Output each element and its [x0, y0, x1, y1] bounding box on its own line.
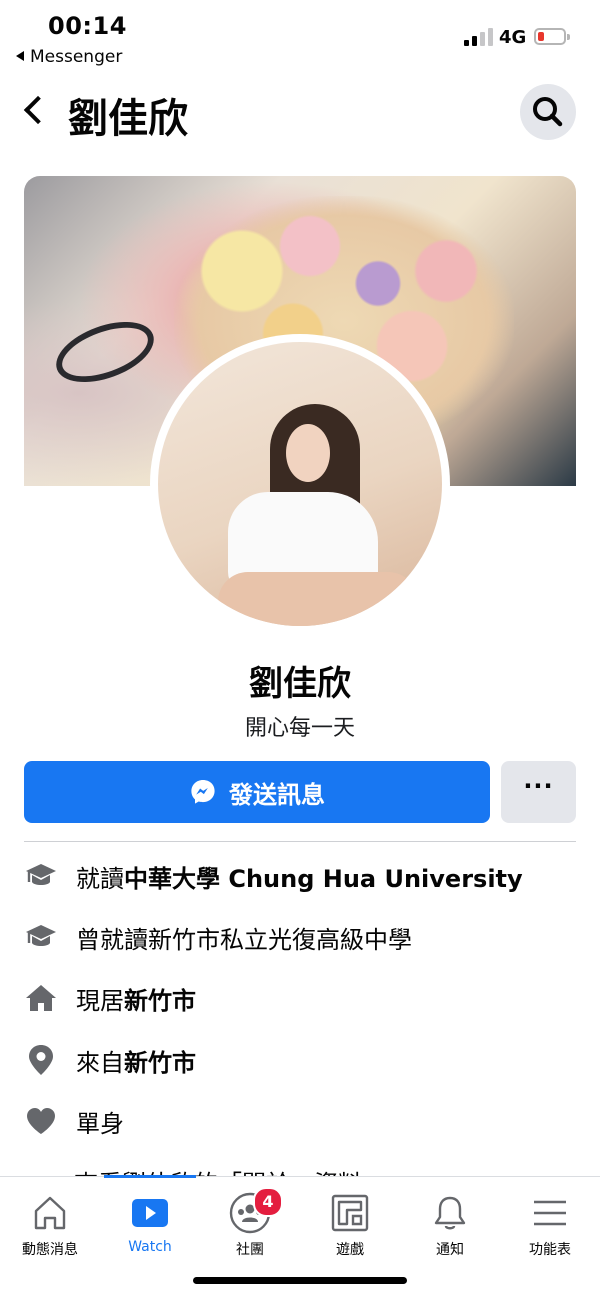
back-app-label: Messenger	[30, 47, 123, 67]
tab-gaming[interactable]: 遊戲	[300, 1191, 400, 1271]
watch-video-icon	[132, 1199, 168, 1227]
graduation-cap-icon	[26, 925, 56, 946]
divider	[24, 841, 576, 842]
bell-icon	[434, 1196, 466, 1230]
info-row-education[interactable]: 就讀中華大學 Chung Hua University	[24, 856, 584, 896]
profile-bio: 開心每一天	[244, 716, 355, 741]
tab-label: 動態消息	[22, 1242, 78, 1258]
search-icon	[533, 97, 563, 127]
tab-menu[interactable]: 功能表	[500, 1191, 600, 1271]
tab-notifications[interactable]: 通知	[400, 1191, 500, 1271]
home-icon	[26, 985, 56, 1011]
tab-news-feed[interactable]: 動態消息	[0, 1191, 100, 1271]
info-prefix: 來自	[76, 1048, 124, 1077]
tab-label: 社團	[236, 1242, 264, 1258]
menu-icon	[534, 1200, 566, 1226]
info-prefix: 現居	[76, 986, 124, 1015]
tab-watch[interactable]: Watch	[100, 1191, 200, 1271]
battery-icon	[534, 28, 570, 45]
home-indicator[interactable]	[193, 1277, 407, 1284]
active-tab-indicator	[104, 1175, 196, 1178]
graduation-cap-icon	[26, 864, 56, 885]
tab-label: 通知	[436, 1242, 464, 1258]
info-relationship-text: 單身	[76, 1109, 124, 1138]
tab-label: 遊戲	[336, 1242, 364, 1258]
info-hometown-link[interactable]: 新竹市	[124, 1049, 196, 1077]
more-dots-icon: ···	[523, 772, 554, 800]
profile-picture-image	[158, 342, 442, 626]
info-prefix: 就讀	[76, 864, 124, 893]
back-triangle-icon	[16, 51, 24, 61]
location-pin-icon	[29, 1045, 53, 1075]
tab-label: Watch	[128, 1239, 172, 1255]
send-message-label: 發送訊息	[229, 780, 325, 809]
send-message-button[interactable]: 發送訊息	[24, 761, 490, 823]
home-icon	[34, 1196, 66, 1230]
search-button[interactable]	[520, 84, 576, 140]
info-prefix: 曾就讀	[76, 925, 148, 954]
gaming-icon	[331, 1194, 369, 1232]
signal-icon	[464, 28, 494, 46]
status-time: 00:14	[48, 12, 127, 40]
info-past-school-link[interactable]: 新竹市私立光復高級中學	[148, 926, 412, 954]
back-button[interactable]	[20, 92, 50, 132]
back-to-app-link[interactable]: Messenger	[16, 47, 122, 67]
heart-icon	[27, 1108, 55, 1134]
info-row-current-city[interactable]: 現居新竹市	[24, 978, 584, 1018]
info-row-past-education[interactable]: 曾就讀新竹市私立光復高級中學	[24, 917, 584, 957]
profile-name: 劉佳欣	[249, 664, 351, 704]
more-options-button[interactable]: ···	[501, 761, 576, 823]
groups-notification-badge: 4	[253, 1187, 283, 1217]
status-bar: 00:14 Messenger 4G	[0, 0, 600, 70]
messenger-icon	[191, 780, 215, 804]
info-school-link[interactable]: 中華大學 Chung Hua University	[124, 865, 523, 893]
profile-picture[interactable]	[150, 334, 450, 634]
page-title: 劉佳欣	[68, 96, 188, 142]
info-row-hometown[interactable]: 來自新竹市	[24, 1040, 584, 1080]
network-type: 4G	[499, 27, 527, 48]
info-row-relationship: 單身	[24, 1101, 584, 1141]
info-current-city-link[interactable]: 新竹市	[124, 987, 196, 1015]
tab-groups[interactable]: 4 社團	[200, 1187, 300, 1271]
tab-label: 功能表	[529, 1242, 571, 1258]
cover-ribbon	[48, 310, 162, 394]
